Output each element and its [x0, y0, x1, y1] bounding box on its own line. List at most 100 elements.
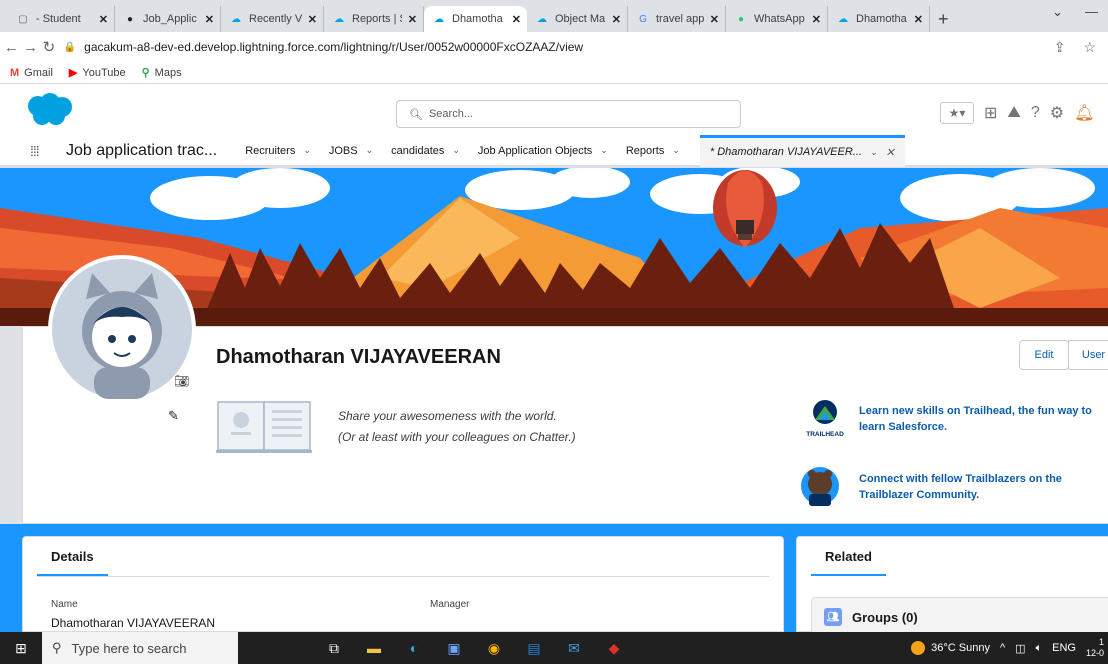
- nav-item-reports[interactable]: Reports ⌄: [626, 145, 680, 157]
- chatter-prompt-line2: (Or at least with your colleagues on Cha…: [338, 430, 576, 444]
- windows-start-icon[interactable]: ⊞: [0, 640, 42, 657]
- close-tab-icon[interactable]: ✕: [812, 13, 821, 26]
- browser-tab[interactable]: ☁ Reports | S ✕: [324, 6, 424, 32]
- clock[interactable]: 1 12-0: [1086, 637, 1104, 659]
- mail-icon[interactable]: ✉: [554, 632, 594, 664]
- reload-icon[interactable]: ↻: [42, 38, 56, 56]
- groups-related-list[interactable]: 👥︎ Groups (0): [811, 597, 1108, 637]
- browser-tab-title: Object Ma: [555, 13, 606, 25]
- back-icon[interactable]: ←: [4, 39, 19, 56]
- whatsapp-icon: ●: [737, 13, 745, 25]
- favorites-star-icon[interactable]: ★▾: [940, 102, 974, 124]
- nav-item-jobs[interactable]: JOBS ⌄: [329, 145, 373, 157]
- forward-icon[interactable]: →: [23, 39, 38, 56]
- bookmark-label: Gmail: [24, 66, 53, 79]
- browser-tab[interactable]: ▢ - Student ✕: [8, 6, 115, 32]
- task-view-icon[interactable]: ⧉: [314, 632, 354, 664]
- trailblazer-bear-icon[interactable]: [800, 462, 840, 508]
- bookmark-maps[interactable]: ⚲ Maps: [142, 66, 182, 80]
- bookmark-star-icon[interactable]: ☆: [1083, 39, 1096, 56]
- close-tab-icon[interactable]: ✕: [99, 13, 108, 26]
- close-tab-icon[interactable]: ✕: [512, 13, 521, 26]
- store-icon[interactable]: ▣: [434, 632, 474, 664]
- share-icon[interactable]: ⇪: [1054, 39, 1066, 56]
- name-value: Dhamotharan VIJAYAVEERAN: [51, 616, 216, 630]
- edit-pencil-icon[interactable]: ✎: [168, 408, 179, 424]
- browser-tab[interactable]: ☁ Dhamotha ✕: [424, 6, 527, 32]
- camera-icon[interactable]: 📷︎: [174, 374, 189, 388]
- volume-icon[interactable]: 🔈︎: [1036, 642, 1043, 655]
- user-button[interactable]: User: [1068, 340, 1108, 370]
- tray-chevron-icon[interactable]: ^: [1000, 642, 1005, 654]
- close-tab-icon[interactable]: ✕: [612, 13, 621, 26]
- new-tab-button[interactable]: +: [938, 6, 949, 32]
- nav-item-recruiters[interactable]: Recruiters ⌄: [245, 145, 311, 157]
- lock-icon[interactable]: 🔒: [64, 42, 76, 53]
- chevron-down-icon[interactable]: ⌄: [600, 145, 608, 156]
- trailhead-link[interactable]: Learn new skills on Trailhead, the fun w…: [859, 403, 1108, 435]
- close-tab-icon[interactable]: ✕: [308, 13, 317, 26]
- file-explorer-icon[interactable]: ▬: [354, 632, 394, 664]
- chevron-down-icon[interactable]: ⌄: [366, 145, 374, 156]
- browser-tab[interactable]: ● Job_Applic ✕: [115, 6, 221, 32]
- tab-search-icon[interactable]: ⌄: [1052, 4, 1063, 20]
- nav-item-candidates[interactable]: candidates ⌄: [391, 145, 460, 157]
- trailblazer-community-link[interactable]: Connect with fellow Trailblazers on the …: [859, 471, 1108, 503]
- minimize-icon[interactable]: —: [1085, 4, 1098, 20]
- close-tab-icon[interactable]: ✕: [205, 13, 214, 26]
- browser-tab[interactable]: ☁ Dhamotha ✕: [828, 6, 930, 32]
- url-input[interactable]: 🔒 gacakum-a8-dev-ed.develop.lightning.fo…: [64, 34, 1054, 60]
- close-tab-icon[interactable]: ✕: [408, 13, 417, 26]
- browser-tab[interactable]: ☁ Recently V ✕: [221, 6, 324, 32]
- name-label: Name: [51, 599, 78, 610]
- windows-taskbar: ⊞ ⚲ Type here to search ⧉ ▬ ◐ ▣ ◉ ▤ ✉ ◆ …: [0, 632, 1108, 664]
- bookmark-youtube[interactable]: ▶ YouTube: [69, 66, 126, 80]
- notification-bell-icon[interactable]: 🔔︎: [1074, 103, 1094, 123]
- nav-item-job-application-objects[interactable]: Job Application Objects ⌄: [478, 145, 608, 157]
- network-icon[interactable]: ◫: [1015, 642, 1025, 655]
- salesforce-icon: ☁: [231, 13, 241, 25]
- tab-related[interactable]: Related: [811, 549, 886, 576]
- browser-tab-title: Dhamotha: [856, 13, 907, 25]
- browser-tab[interactable]: ☁ Object Ma ✕: [527, 6, 628, 32]
- tab-details[interactable]: Details: [37, 549, 108, 576]
- salesforce-icon: ☁: [334, 13, 344, 25]
- gear-icon[interactable]: ⚙: [1050, 103, 1064, 123]
- weather-widget[interactable]: 36°C Sunny: [911, 641, 990, 655]
- close-icon[interactable]: ✕: [886, 146, 895, 159]
- bookmark-gmail[interactable]: M Gmail: [10, 67, 53, 79]
- global-create-icon[interactable]: ⊞: [984, 103, 997, 123]
- app-navigation-bar: ⁞⁞⁞ Job application trac... Recruiters ⌄ J…: [0, 134, 1108, 168]
- trailhead-logo-icon[interactable]: TRAILHEAD: [800, 398, 850, 438]
- browser-tab[interactable]: Gtravel appr ✕: [628, 6, 726, 32]
- app-launcher-icon[interactable]: ⁞⁞⁞: [30, 144, 52, 158]
- acrobat-icon[interactable]: ◆: [594, 632, 634, 664]
- google-icon: G: [639, 13, 647, 25]
- trailhead-label: TRAILHEAD: [806, 431, 844, 438]
- chevron-down-icon[interactable]: ⌄: [672, 145, 680, 156]
- nav-tab-active-record[interactable]: * Dhamotharan VIJAYAVEER... ⌄ ✕: [699, 134, 905, 167]
- nav-item-label: candidates: [391, 144, 445, 157]
- help-icon[interactable]: ?: [1031, 104, 1040, 122]
- close-tab-icon[interactable]: ✕: [914, 13, 923, 26]
- salesforce-icon: ☁: [537, 13, 547, 25]
- trailhead-guidance-icon[interactable]: ⛰: [1007, 104, 1020, 122]
- chevron-down-icon[interactable]: ⌄: [452, 145, 460, 156]
- salesforce-logo-icon[interactable]: [24, 92, 74, 127]
- chevron-down-icon[interactable]: ⌄: [303, 145, 311, 156]
- close-tab-icon[interactable]: ✕: [710, 13, 719, 26]
- browser-tab-title: Job_Applic: [143, 13, 197, 25]
- chatter-book-icon: [216, 401, 312, 453]
- edge-icon[interactable]: ◐: [394, 632, 434, 664]
- chevron-down-icon[interactable]: ⌄: [870, 147, 878, 158]
- edit-button[interactable]: Edit: [1019, 340, 1069, 370]
- language-indicator[interactable]: ENG: [1052, 642, 1076, 654]
- chrome-icon[interactable]: ◉: [474, 632, 514, 664]
- taskbar-search-input[interactable]: ⚲ Type here to search: [42, 632, 238, 664]
- browser-tab[interactable]: ● WhatsApp ✕: [726, 6, 828, 32]
- clock-time: 1: [1098, 637, 1104, 647]
- weather-text: 36°C Sunny: [931, 641, 990, 654]
- word-icon[interactable]: ▤: [514, 632, 554, 664]
- global-search-input[interactable]: 🔍︎ Search...: [396, 100, 741, 128]
- astro-avatar-icon: [52, 259, 192, 399]
